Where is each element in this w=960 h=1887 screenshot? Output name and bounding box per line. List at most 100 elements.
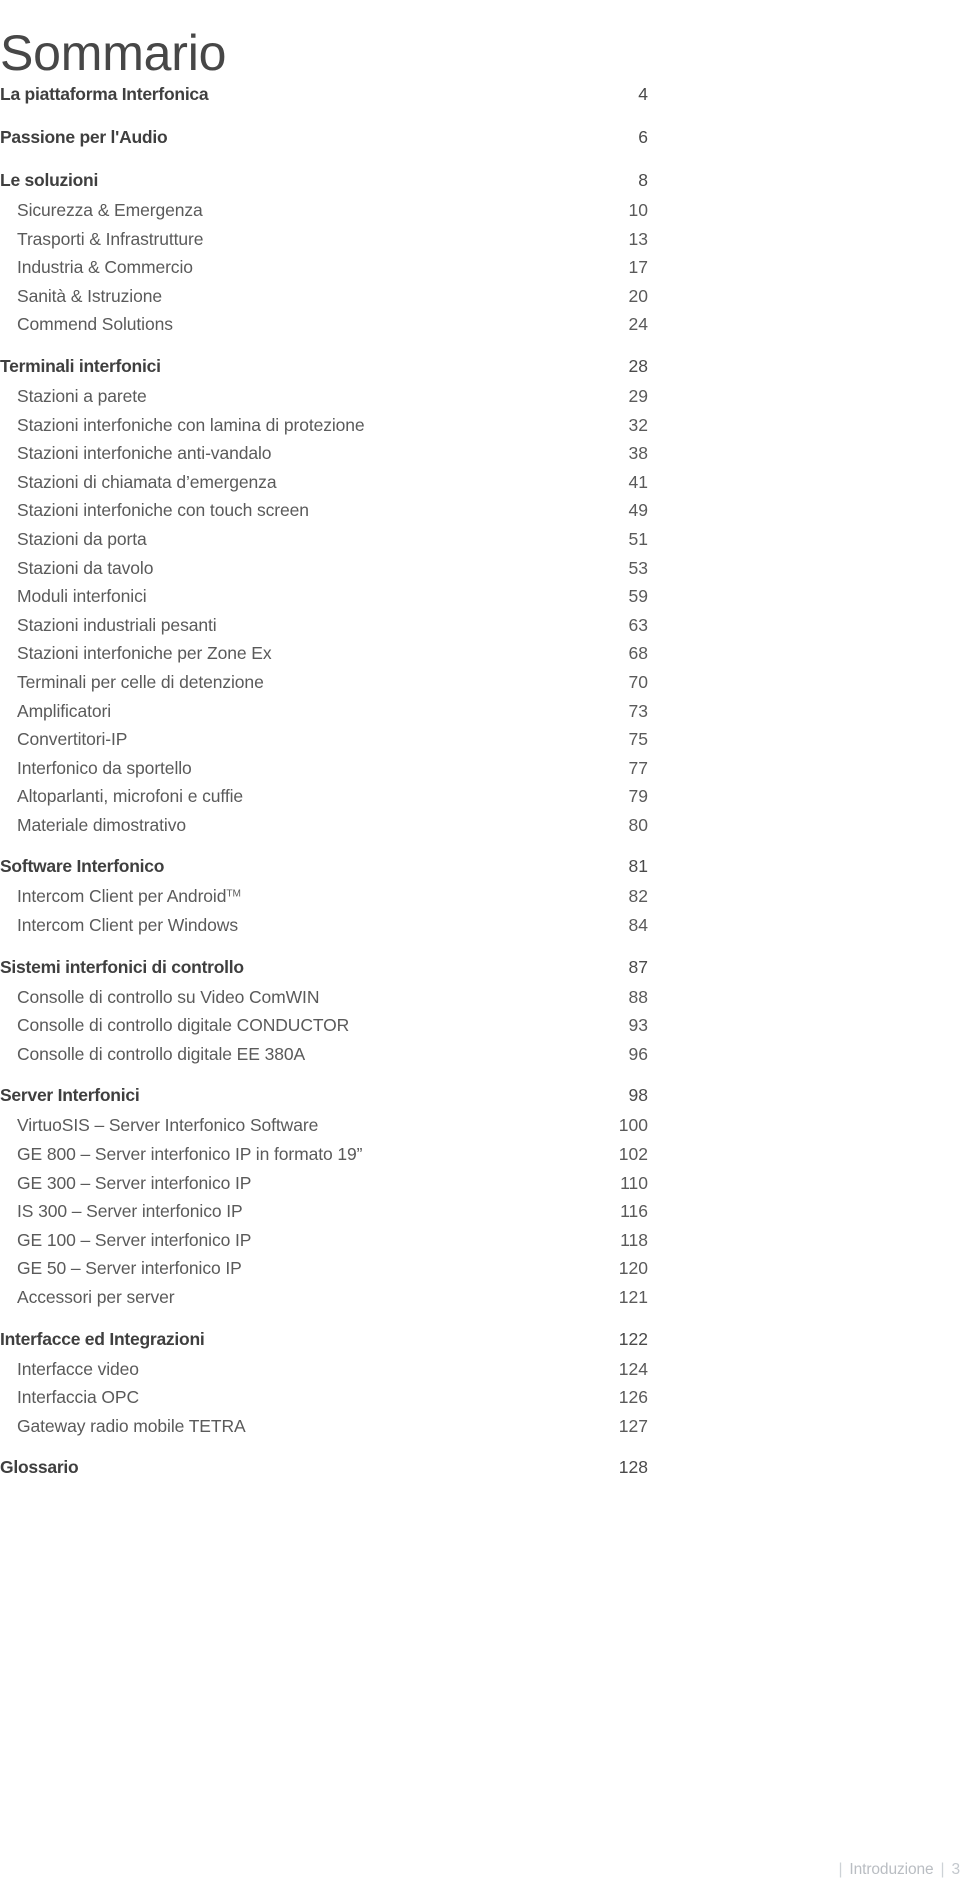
toc-entry-page-number: 6 <box>638 127 648 147</box>
toc-item-row[interactable]: Stazioni a parete 29 <box>0 386 648 415</box>
toc-entry-page-number: 51 <box>628 528 648 549</box>
toc-entry-page-number: 77 <box>628 757 648 778</box>
toc-entry-page-number: 127 <box>618 1415 648 1436</box>
toc-entry-label: Accessori per server <box>17 1287 175 1307</box>
toc-item-row[interactable]: Sanità & Istruzione 20 <box>0 286 648 315</box>
toc-entry-page-number: 121 <box>618 1287 648 1307</box>
toc-section-row[interactable]: Passione per l'Audio 6 <box>0 127 648 157</box>
toc-entry-label: Sistemi interfonici di controllo <box>0 956 244 977</box>
toc-entry-label: Software Interfonico <box>0 856 165 877</box>
toc-entry-page-number: 128 <box>618 1457 648 1478</box>
toc-item-row[interactable]: Stazioni da porta 51 <box>0 529 648 558</box>
toc-entry-page-number: 88 <box>628 986 648 1007</box>
toc-entry-label: GE 50 – Server interfonico IP <box>17 1258 242 1279</box>
toc-entry-page-number: 87 <box>628 956 648 977</box>
toc-entry-label: Materiale dimostrativo <box>17 814 186 835</box>
toc-entry-label: Stazioni interfoniche per Zone Ex <box>17 643 272 664</box>
toc-entry-label: Interfonico da sportello <box>17 757 192 778</box>
toc-entry-page-number: 4 <box>638 84 648 104</box>
toc-entry-label: Stazioni da tavolo <box>17 557 154 578</box>
toc-entry-label: Moduli interfonici <box>17 586 147 607</box>
toc-item-row[interactable]: Intercom Client per AndroidTM 82 <box>0 886 648 915</box>
toc-group: Interfacce ed Integrazioni 122 Interfacce … <box>0 1329 648 1445</box>
toc-item-row[interactable]: Interfonico da sportello 77 <box>0 758 648 787</box>
toc-section-row[interactable]: Software Interfonico 81 <box>0 856 648 886</box>
toc-entry-label: Le soluzioni <box>0 170 99 190</box>
toc-entry-page-number: 84 <box>628 915 648 936</box>
toc-entry-page-number: 41 <box>628 471 648 492</box>
toc-item-row[interactable]: Consolle di controllo digitale EE 380A 96 <box>0 1044 648 1073</box>
toc-entry-label: Intercom Client per AndroidTM <box>17 886 241 907</box>
toc-item-row[interactable]: IS 300 – Server interfonico IP 116 <box>0 1201 648 1230</box>
toc-item-row[interactable]: Industria & Commercio 17 <box>0 257 648 286</box>
toc-item-row[interactable]: Amplificatori 73 <box>0 701 648 730</box>
toc-section-row[interactable]: Sistemi interfonici di controllo 87 <box>0 957 648 987</box>
toc-entry-page-number: 110 <box>620 1172 648 1193</box>
toc-item-row[interactable]: Interfaccia OPC 126 <box>0 1387 648 1416</box>
toc-item-row[interactable]: Commend Solutions 24 <box>0 314 648 343</box>
toc-entry-page-number: 100 <box>618 1115 648 1136</box>
toc-entry-label: VirtuoSIS – Server Interfonico Software <box>17 1115 319 1136</box>
toc-section-row[interactable]: Le soluzioni 8 <box>0 170 648 200</box>
toc-entry-page-number: 49 <box>628 500 648 521</box>
toc-item-row[interactable]: Stazioni industriali pesanti 63 <box>0 615 648 644</box>
toc-item-row[interactable]: GE 50 – Server interfonico IP 120 <box>0 1258 648 1287</box>
toc-item-row[interactable]: Altoparlanti, microfoni e cuffie 79 <box>0 786 648 815</box>
toc-item-row[interactable]: VirtuoSIS – Server Interfonico Software 1… <box>0 1115 648 1144</box>
toc-entry-page-number: 118 <box>620 1229 648 1250</box>
toc-entry-label: Stazioni interfoniche anti-vandalo <box>17 443 272 464</box>
toc-item-row[interactable]: Stazioni interfoniche con lamina di prot… <box>0 415 648 444</box>
toc-item-row[interactable]: Convertitori-IP 75 <box>0 729 648 758</box>
toc-entry-page-number: 17 <box>628 257 648 278</box>
toc-item-row[interactable]: Stazioni di chiamata d’emergenza 41 <box>0 472 648 501</box>
toc-item-row[interactable]: Trasporti & Infrastrutture 13 <box>0 229 648 258</box>
toc-entry-label: Industria & Commercio <box>17 257 193 278</box>
toc-group: Software Interfonico 81 Intercom Client pe… <box>0 856 648 943</box>
toc-entry-label: GE 300 – Server interfonico IP <box>17 1172 252 1193</box>
toc-entry-page-number: 82 <box>628 886 648 907</box>
toc-section-row[interactable]: La piattaforma Interfonica 4 <box>0 84 648 114</box>
toc-entry-page-number: 98 <box>628 1085 648 1106</box>
toc-item-row[interactable]: Terminali per celle di detenzione 70 <box>0 672 648 701</box>
toc-item-row[interactable]: GE 800 – Server interfonico IP in format… <box>0 1144 648 1173</box>
toc-item-row[interactable]: Materiale dimostrativo 80 <box>0 815 648 844</box>
toc-entry-label: La piattaforma Interfonica <box>0 84 209 104</box>
toc-item-row[interactable]: Interfacce video 124 <box>0 1359 648 1388</box>
footer-section-label: Introduzione <box>849 1861 934 1878</box>
toc-group: Terminali interfonici 28 Stazioni a parete… <box>0 356 648 844</box>
toc-item-row[interactable]: Consolle di controllo digitale CONDUCTOR… <box>0 1015 648 1044</box>
toc-page: Sommario La piattaforma Interfonica 4 Pass… <box>0 0 960 1887</box>
toc-item-row[interactable]: Stazioni interfoniche per Zone Ex 68 <box>0 643 648 672</box>
toc-item-row[interactable]: Gateway radio mobile TETRA 127 <box>0 1416 648 1445</box>
toc-item-row[interactable]: Consolle di controllo su Video ComWIN 88 <box>0 987 648 1016</box>
toc-entry-label: Stazioni interfoniche con lamina di prot… <box>17 414 365 435</box>
toc-item-row[interactable]: Stazioni interfoniche con touch screen 49 <box>0 500 648 529</box>
toc-entry-label: GE 100 – Server interfonico IP <box>17 1229 252 1250</box>
toc-item-row[interactable]: Accessori per server 121 <box>0 1287 648 1316</box>
toc-item-row[interactable]: GE 300 – Server interfonico IP 110 <box>0 1173 648 1202</box>
toc-entry-page-number: 81 <box>628 856 648 877</box>
toc-group: Glossario 128 <box>0 1457 648 1487</box>
toc-entry-label: Stazioni industriali pesanti <box>17 614 217 635</box>
toc-section-row[interactable]: Glossario 128 <box>0 1457 648 1487</box>
toc-section-row[interactable]: Server Interfonici 98 <box>0 1085 648 1115</box>
toc-entry-label: Stazioni da porta <box>17 528 147 549</box>
toc-entry-label: Interfacce ed Integrazioni <box>0 1328 205 1349</box>
toc-entry-page-number: 93 <box>628 1015 648 1036</box>
toc-entry-page-number: 68 <box>628 643 648 664</box>
toc-item-row[interactable]: Intercom Client per Windows 84 <box>0 915 648 944</box>
toc-section-row[interactable]: Interfacce ed Integrazioni 122 <box>0 1329 648 1359</box>
toc-section-row[interactable]: Terminali interfonici 28 <box>0 356 648 386</box>
toc-group: La piattaforma Interfonica 4 <box>0 84 648 114</box>
toc-entry-page-number: 80 <box>628 814 648 835</box>
toc-item-row[interactable]: Sicurezza & Emergenza 10 <box>0 200 648 229</box>
page-title: Sommario <box>0 24 227 81</box>
toc-entry-page-number: 102 <box>618 1144 648 1165</box>
toc-entry-page-number: 63 <box>628 614 648 635</box>
toc-entry-label: Intercom Client per Windows <box>17 915 238 936</box>
toc-item-row[interactable]: GE 100 – Server interfonico IP 118 <box>0 1230 648 1259</box>
toc-entry-page-number: 124 <box>618 1358 648 1379</box>
toc-item-row[interactable]: Moduli interfonici 59 <box>0 586 648 615</box>
toc-item-row[interactable]: Stazioni interfoniche anti-vandalo 38 <box>0 443 648 472</box>
toc-item-row[interactable]: Stazioni da tavolo 53 <box>0 558 648 587</box>
